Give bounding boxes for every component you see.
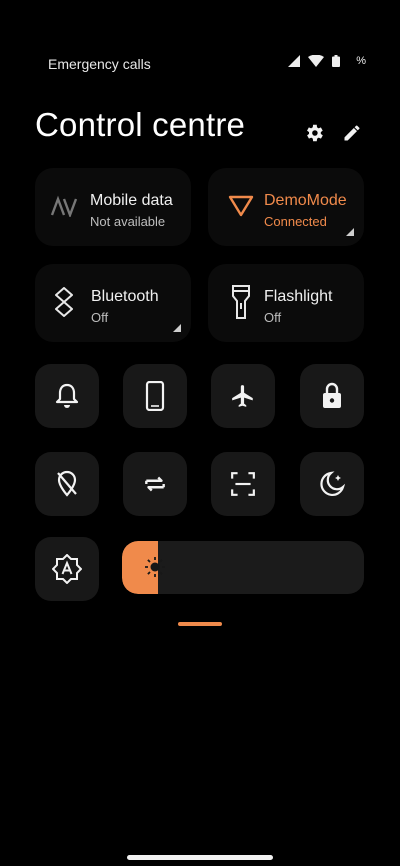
- demo-mode-tile[interactable]: DemoMode Connected: [208, 168, 364, 246]
- settings-icon: [307, 124, 323, 142]
- bluetooth-tile[interactable]: Bluetooth Off: [35, 264, 191, 342]
- vpn-icon: [226, 191, 256, 221]
- page-title: Control centre: [35, 106, 246, 143]
- bluetooth-icon: [53, 287, 83, 317]
- screen-toggle[interactable]: [123, 364, 187, 428]
- flashlight-tile[interactable]: Flashlight Off: [208, 264, 364, 342]
- phone-icon: [145, 381, 165, 411]
- battery-icon: [332, 55, 341, 67]
- status-bar: [0, 0, 400, 40]
- location-toggle[interactable]: [35, 452, 99, 516]
- carrier-label: Emergency calls: [48, 56, 151, 72]
- lock-icon: [323, 382, 341, 408]
- demo-mode-status: Connected: [264, 214, 327, 229]
- expand-corner: [346, 228, 354, 236]
- sound-toggle[interactable]: [35, 364, 99, 428]
- bluetooth-label: Bluetooth: [91, 288, 159, 305]
- edit-icon: [344, 125, 360, 141]
- airplane-icon: [232, 385, 253, 407]
- mobile-data-icon: [49, 191, 79, 221]
- auto-brightness-icon: [52, 554, 82, 584]
- brightness-icon: [145, 557, 165, 577]
- airplane-toggle[interactable]: [211, 364, 275, 428]
- status-icons: %: [288, 55, 366, 67]
- expand-corner: [173, 324, 181, 332]
- demo-mode-label: DemoMode: [264, 192, 347, 209]
- edit-button[interactable]: [339, 120, 365, 146]
- sync-toggle[interactable]: [123, 452, 187, 516]
- screenshot-icon: [231, 472, 255, 496]
- sync-icon: [145, 476, 165, 492]
- night-mode-icon: [320, 471, 346, 496]
- lock-toggle[interactable]: [300, 364, 364, 428]
- mobile-data-status: Not available: [90, 214, 166, 229]
- night-mode-toggle[interactable]: [300, 452, 364, 516]
- flashlight-label: Flashlight: [264, 288, 333, 305]
- bell-icon: [55, 383, 79, 408]
- flashlight-icon: [226, 285, 256, 319]
- flashlight-status: Off: [264, 310, 282, 325]
- bluetooth-status: Off: [91, 310, 109, 325]
- home-indicator[interactable]: [127, 855, 273, 860]
- settings-button[interactable]: [301, 120, 327, 146]
- battery-percent: %: [356, 55, 366, 67]
- mobile-data-label: Mobile data: [90, 192, 173, 209]
- auto-brightness-button[interactable]: [35, 537, 99, 601]
- wifi-icon: [308, 55, 325, 67]
- screenshot-toggle[interactable]: [211, 452, 275, 516]
- location-off-icon: [57, 470, 77, 497]
- page-indicator: [178, 622, 222, 626]
- mobile-data-tile[interactable]: Mobile data Not available: [35, 168, 191, 246]
- brightness-slider[interactable]: [122, 541, 364, 594]
- signal-icon: [288, 55, 301, 67]
